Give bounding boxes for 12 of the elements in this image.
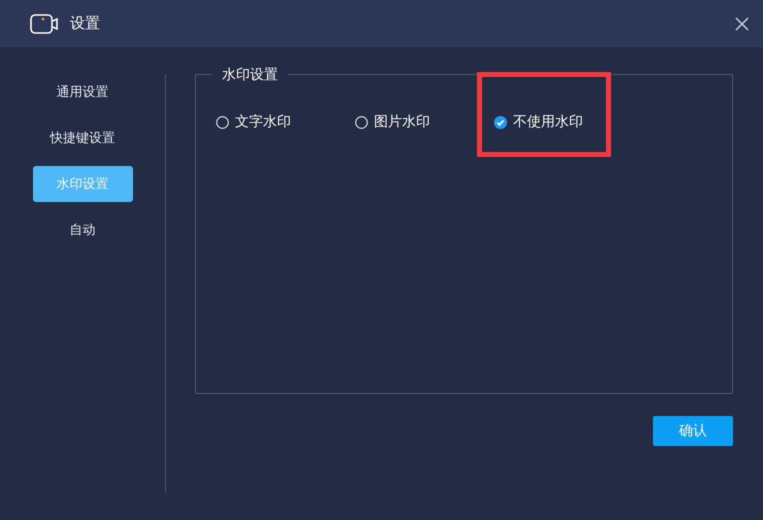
sidebar-item[interactable]: 快捷键设置 [32, 120, 132, 156]
radio-label[interactable]: 不使用水印 [513, 113, 583, 131]
close-icon[interactable] [735, 16, 749, 30]
window-title: 设置 [70, 14, 100, 33]
radio-checked[interactable] [494, 116, 507, 128]
radio-label[interactable]: 文字水印 [235, 113, 291, 131]
radio-label[interactable]: 图片水印 [374, 113, 430, 131]
sidebar-item[interactable]: 通用设置 [32, 74, 132, 110]
radio-button[interactable] [216, 116, 229, 128]
video-camera-icon [30, 14, 60, 34]
radio-button[interactable] [355, 116, 368, 128]
sidebar-item[interactable]: 自动 [32, 212, 132, 248]
